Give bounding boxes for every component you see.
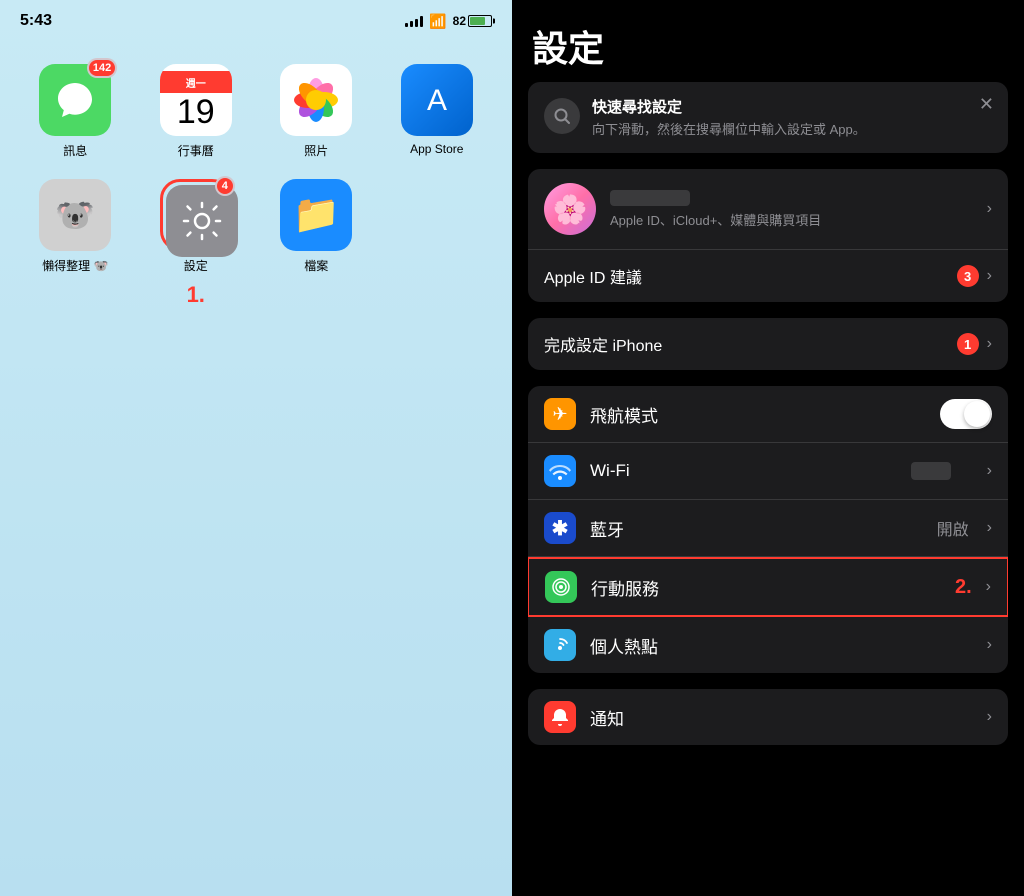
wifi-icon xyxy=(544,455,576,487)
search-hint-card[interactable]: 快速尋找設定 向下滑動，然後在搜尋欄位中輸入設定或 App。 ✕ xyxy=(528,82,1008,153)
bluetooth-label: 藍牙 xyxy=(590,516,923,541)
bluetooth-icon: ✱ xyxy=(544,512,576,544)
chevron-right-icon: › xyxy=(987,708,992,726)
close-icon[interactable]: ✕ xyxy=(979,94,994,115)
battery-icon: 82 xyxy=(453,14,492,28)
avatar: 🌸 xyxy=(544,183,596,235)
settings-badge: 4 xyxy=(215,176,235,196)
search-icon xyxy=(544,98,580,134)
airplane-label: 飛航模式 xyxy=(590,402,926,427)
status-icons: 📶 82 xyxy=(405,13,492,30)
main-settings-section: ✈ 飛航模式 Wi-Fi › xyxy=(528,386,1008,673)
status-bar: 5:43 📶 82 xyxy=(0,0,512,34)
messages-label: 訊息 xyxy=(63,142,87,159)
completion-label: 完成設定 iPhone xyxy=(544,332,662,356)
bluetooth-value: 開啟 xyxy=(937,516,969,540)
apple-id-info: Apple ID、iCloud+、媒體與購買項目 xyxy=(610,190,973,229)
hotspot-icon xyxy=(544,629,576,661)
chevron-right-icon: › xyxy=(987,462,992,480)
appstore-icon: A xyxy=(401,64,473,136)
calendar-icon: 週一 19 xyxy=(160,64,232,136)
wifi-icon: 📶 xyxy=(429,13,446,30)
settings-title: 設定 xyxy=(512,0,1024,82)
app-calendar[interactable]: 週一 19 行事曆 xyxy=(146,64,247,159)
apple-id-card: 🌸 Apple ID、iCloud+、媒體與購買項目 › Apple ID 建議… xyxy=(528,169,1008,302)
notification-label: 通知 xyxy=(590,705,973,730)
wifi-row[interactable]: Wi-Fi › xyxy=(528,443,1008,500)
photos-icon xyxy=(280,64,352,136)
settings-screen: 設定 快速尋找設定 向下滑動，然後在搜尋欄位中輸入設定或 App。 ✕ 🌸 xyxy=(512,0,1024,896)
app-settings[interactable]: 4 設定 1. xyxy=(146,179,247,274)
time-display: 5:43 xyxy=(20,12,52,30)
files-label: 檔案 xyxy=(304,257,328,274)
app-grid: 142 訊息 週一 19 行事曆 xyxy=(0,34,512,294)
bluetooth-row[interactable]: ✱ 藍牙 開啟 › xyxy=(528,500,1008,557)
settings-label: 設定 xyxy=(184,257,208,274)
files-icon: 📁 xyxy=(280,179,352,251)
appstore-label: App Store xyxy=(410,142,463,156)
search-hint-desc: 向下滑動，然後在搜尋欄位中輸入設定或 App。 xyxy=(592,121,992,139)
chevron-right-icon: › xyxy=(987,519,992,537)
app-messages[interactable]: 142 訊息 xyxy=(25,64,126,159)
calendar-label: 行事曆 xyxy=(178,142,214,159)
chevron-right-icon: › xyxy=(987,200,992,218)
messages-badge: 142 xyxy=(87,58,117,78)
chevron-right-icon: › xyxy=(987,335,992,353)
search-hint-title: 快速尋找設定 xyxy=(592,96,992,117)
mobile-icon xyxy=(545,571,577,603)
svg-text:A: A xyxy=(427,84,447,117)
apple-id-name-placeholder xyxy=(610,190,690,206)
search-text-block: 快速尋找設定 向下滑動，然後在搜尋欄位中輸入設定或 App。 xyxy=(592,96,992,139)
airplane-toggle[interactable] xyxy=(940,399,992,429)
completion-row[interactable]: 完成設定 iPhone 1 › xyxy=(528,318,1008,370)
app-appstore[interactable]: A App Store xyxy=(387,64,488,159)
hotspot-label: 個人熱點 xyxy=(590,633,973,658)
notification-row[interactable]: 通知 › xyxy=(528,689,1008,745)
signal-icon xyxy=(405,15,423,27)
mobile-service-row[interactable]: 行動服務 2. › xyxy=(528,557,1008,617)
apple-id-sub: Apple ID、iCloud+、媒體與購買項目 xyxy=(610,210,973,229)
completion-setup-card[interactable]: 完成設定 iPhone 1 › xyxy=(528,318,1008,370)
lazy-icon: 🐨 xyxy=(39,179,111,251)
chevron-right-icon: › xyxy=(986,578,991,596)
notification-section: 通知 › xyxy=(528,689,1008,745)
step2-label: 2. xyxy=(955,576,972,599)
step1-label: 1. xyxy=(187,282,205,308)
lazy-label: 懶得整理 🐨 xyxy=(42,257,108,274)
suggestion-label: Apple ID 建議 xyxy=(544,264,642,288)
calendar-date: 19 xyxy=(177,95,215,129)
wifi-value xyxy=(911,462,951,480)
photos-label: 照片 xyxy=(304,142,328,159)
suggestion-badge: 3 xyxy=(957,265,979,287)
calendar-weekday: 週一 xyxy=(160,71,232,93)
app-lazy[interactable]: 🐨 懶得整理 🐨 xyxy=(25,179,126,274)
mobile-label: 行動服務 xyxy=(591,575,933,600)
settings-content: 快速尋找設定 向下滑動，然後在搜尋欄位中輸入設定或 App。 ✕ 🌸 Apple… xyxy=(512,82,1024,896)
airplane-icon: ✈ xyxy=(544,398,576,430)
chevron-right-icon: › xyxy=(987,267,992,285)
home-screen: 5:43 📶 82 142 xyxy=(0,0,512,896)
app-photos[interactable]: 照片 xyxy=(266,64,367,159)
hotspot-row[interactable]: 個人熱點 › xyxy=(528,617,1008,673)
apple-id-suggestion-row[interactable]: Apple ID 建議 3 › xyxy=(528,250,1008,302)
notification-icon xyxy=(544,701,576,733)
completion-badge: 1 xyxy=(957,333,979,355)
apple-id-row[interactable]: 🌸 Apple ID、iCloud+、媒體與購買項目 › xyxy=(528,169,1008,250)
airplane-mode-row[interactable]: ✈ 飛航模式 xyxy=(528,386,1008,443)
chevron-right-icon: › xyxy=(987,636,992,654)
wifi-label: Wi-Fi xyxy=(590,461,897,481)
suggestion-right: 3 › xyxy=(957,265,992,287)
app-files[interactable]: 📁 檔案 xyxy=(266,179,367,274)
